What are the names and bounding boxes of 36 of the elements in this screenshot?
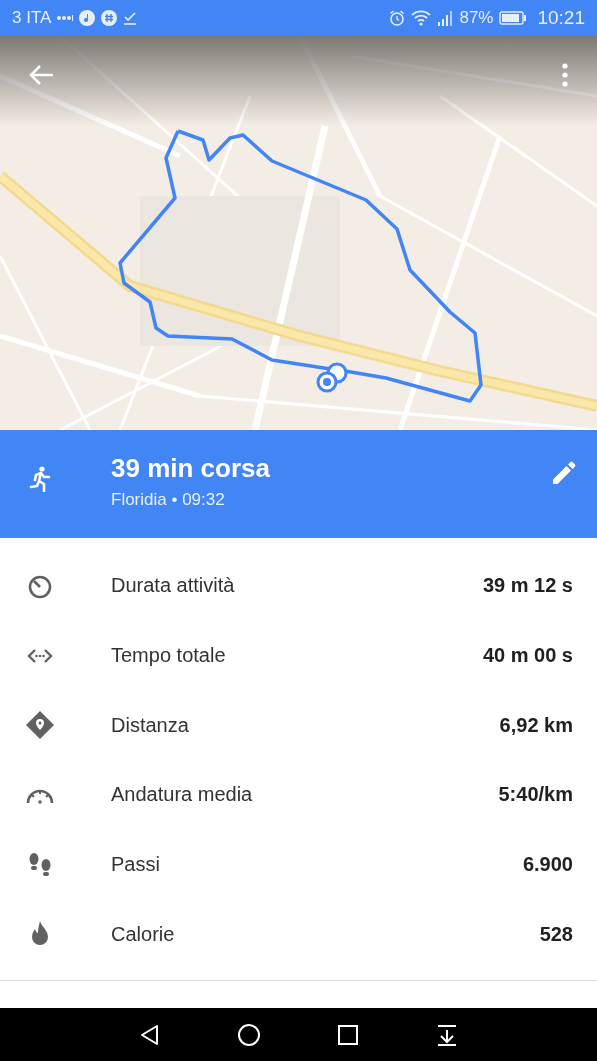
- stat-value: 5:40/km: [498, 783, 573, 807]
- stat-value: 39 m 12 s: [482, 574, 573, 598]
- back-triangle-icon: [138, 1023, 161, 1046]
- stat-value: 6,92 km: [499, 713, 573, 737]
- more-options-icon: [562, 63, 568, 87]
- location-diamond-icon: [26, 711, 54, 740]
- music-note-icon: [79, 10, 96, 26]
- hash-icon: [101, 10, 118, 26]
- clock-time: 10:21: [537, 7, 585, 29]
- stat-value: 40 m 00 s: [482, 644, 573, 668]
- back-arrow-icon: [28, 64, 54, 86]
- stat-label: Passi: [111, 853, 161, 877]
- square-icon: [337, 1023, 360, 1046]
- stat-label: Andatura media: [111, 783, 254, 807]
- signal-dots-icon: [57, 15, 74, 21]
- stat-label: Calorie: [111, 922, 176, 946]
- stat-value: 6.900: [522, 853, 573, 877]
- stat-label: Durata attività: [111, 574, 236, 598]
- stat-label: Distanza: [111, 713, 190, 737]
- activity-title: 39 min corsa: [111, 452, 271, 484]
- check-icon: [123, 11, 138, 25]
- edit-icon: [551, 460, 577, 486]
- battery-percent: 87%: [459, 8, 494, 28]
- edit-button[interactable]: [551, 460, 577, 486]
- start-marker-icon: [316, 371, 338, 393]
- stat-value: 528: [539, 922, 573, 946]
- signal-bars-icon: [437, 10, 454, 26]
- battery-icon: [499, 11, 528, 25]
- activity-subtitle: Floridia • 09:32: [111, 489, 226, 510]
- carrier-name: 3 ITA: [12, 8, 52, 28]
- running-person-icon: [28, 466, 52, 492]
- down-arrow-icon: [436, 1023, 459, 1046]
- alarm-icon: [389, 10, 406, 26]
- wifi-icon: [411, 10, 432, 26]
- stat-label: Tempo totale: [111, 644, 227, 668]
- circle-icon: [237, 1023, 260, 1046]
